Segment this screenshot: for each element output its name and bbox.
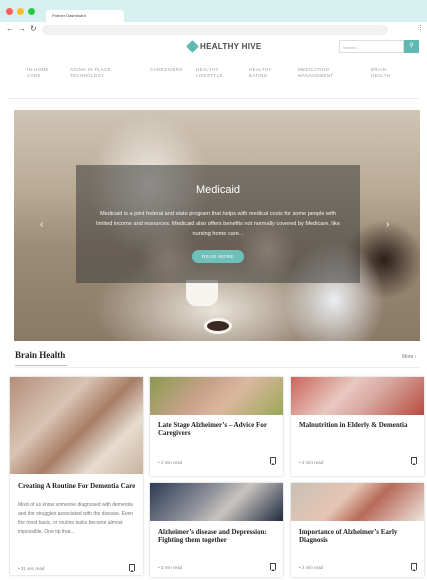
back-arrow-icon[interactable]: ← bbox=[6, 24, 14, 33]
bookmark-icon[interactable] bbox=[270, 457, 276, 465]
browser-tab-title: Partner Dashboard bbox=[52, 13, 86, 18]
menu-item-in-home-care[interactable]: IN-HOME CARE bbox=[27, 67, 49, 79]
section-divider bbox=[15, 367, 421, 368]
read-more-button[interactable]: READ MORE bbox=[192, 250, 244, 263]
article-card-read-time: • 31 sec read bbox=[18, 566, 45, 571]
article-card[interactable]: Alzheimer’s disease and Depression: Figh… bbox=[150, 483, 283, 577]
search-input[interactable]: Search... bbox=[339, 40, 404, 53]
article-card[interactable]: Late Stage Alzheimer’s – Advice For Care… bbox=[150, 377, 283, 476]
hero-caption: Medicaid Medicaid is a joint federal and… bbox=[76, 165, 360, 283]
menu-item-line: CARE bbox=[27, 73, 41, 78]
chevron-left-icon[interactable]: ‹ bbox=[40, 219, 43, 230]
bookmark-icon[interactable] bbox=[411, 457, 417, 465]
article-card[interactable]: Creating A Routine For Dementia Care Mos… bbox=[10, 377, 143, 575]
bookmark-icon[interactable] bbox=[411, 563, 417, 571]
hero-carousel[interactable]: Medicaid Medicaid is a joint federal and… bbox=[14, 110, 420, 341]
menu-item-line: LIFESTYLE bbox=[196, 73, 223, 78]
menu-item-aging-in-place[interactable]: AGING IN PLACE TECHNOLOGY bbox=[70, 67, 111, 79]
article-card-read-time: • 2 min read bbox=[299, 565, 324, 570]
bookmark-icon[interactable] bbox=[270, 563, 276, 571]
article-card-title[interactable]: Importance of Alzheimer’s Early Diagnosi… bbox=[299, 528, 417, 544]
article-card-title[interactable]: Creating A Routine For Dementia Care bbox=[18, 482, 138, 490]
bookmark-icon[interactable] bbox=[129, 564, 135, 572]
site-logo[interactable]: HEALTHY HIVE bbox=[186, 40, 262, 53]
reload-icon[interactable]: ↻ bbox=[30, 24, 37, 33]
hive-logo-icon bbox=[186, 40, 199, 53]
search-button[interactable]: ⚲ bbox=[404, 40, 419, 53]
logo-text: HEALTHY HIVE bbox=[200, 42, 262, 51]
browser-toolbar: ← → ↻ ⋮ bbox=[0, 22, 427, 38]
article-card-read-time: • 3 min read bbox=[158, 565, 183, 570]
hero-image-cup bbox=[186, 280, 218, 306]
article-card-image bbox=[291, 377, 424, 415]
search-icon: ⚲ bbox=[409, 43, 414, 49]
article-card-image bbox=[291, 483, 424, 521]
article-card-description: Most of us know someone diagnosed with d… bbox=[18, 502, 134, 535]
section-title-underline bbox=[15, 365, 67, 366]
forward-arrow-icon[interactable]: → bbox=[18, 24, 26, 33]
article-card-image bbox=[10, 377, 143, 474]
menu-item-line: TECHNOLOGY bbox=[70, 73, 105, 78]
section-title: Brain Health bbox=[15, 350, 66, 360]
browser-menu-icon[interactable]: ⋮ bbox=[417, 24, 424, 32]
more-link[interactable]: More › bbox=[402, 354, 416, 360]
article-card-read-time: • 2 min read bbox=[299, 460, 324, 465]
article-card[interactable]: Malnutrition in Elderly & Dementia • 2 m… bbox=[291, 377, 424, 476]
hero-title: Medicaid bbox=[195, 184, 241, 196]
menu-item-line: MANAGEMENT bbox=[298, 73, 334, 78]
menu-item-line: CAREGIVERS bbox=[150, 67, 183, 72]
hero-image-coffee bbox=[204, 318, 232, 334]
menu-item-brain-health[interactable]: BRAIN HEALTH bbox=[371, 67, 390, 79]
menu-divider bbox=[8, 98, 419, 99]
maximize-window-button[interactable] bbox=[28, 8, 35, 15]
menu-item-line: HEALTH bbox=[371, 73, 391, 78]
chevron-right-icon[interactable]: › bbox=[386, 219, 389, 230]
article-card-image bbox=[150, 483, 283, 521]
browser-chrome: Partner Dashboard ← → ↻ ⋮ bbox=[0, 0, 427, 38]
browser-tab[interactable]: Partner Dashboard bbox=[46, 10, 124, 22]
menu-item-healthy-eating[interactable]: HEALTHY EATING bbox=[249, 67, 272, 79]
close-window-button[interactable] bbox=[6, 8, 13, 15]
address-bar[interactable] bbox=[42, 25, 388, 35]
menu-item-healthy-lifestyle[interactable]: HEALTHY LIFESTYLE bbox=[196, 67, 223, 79]
main-menu: IN-HOME CARE AGING IN PLACE TECHNOLOGY C… bbox=[0, 67, 427, 91]
menu-item-caregivers[interactable]: CAREGIVERS bbox=[150, 67, 183, 73]
article-card-image bbox=[150, 377, 283, 415]
article-card-read-time: • 2 min read bbox=[158, 460, 183, 465]
window-controls bbox=[6, 8, 35, 15]
article-card-title[interactable]: Late Stage Alzheimer’s – Advice For Care… bbox=[158, 421, 278, 437]
menu-item-medication-management[interactable]: MEDICATION MANAGEMENT bbox=[298, 67, 333, 79]
menu-item-line: EATING bbox=[249, 73, 268, 78]
article-card-title[interactable]: Malnutrition in Elderly & Dementia bbox=[299, 421, 417, 429]
article-card-title[interactable]: Alzheimer’s disease and Depression: Figh… bbox=[158, 528, 280, 544]
hero-text: Medicaid is a joint federal and state pr… bbox=[96, 211, 340, 237]
minimize-window-button[interactable] bbox=[17, 8, 24, 15]
article-card[interactable]: Importance of Alzheimer’s Early Diagnosi… bbox=[291, 483, 424, 577]
